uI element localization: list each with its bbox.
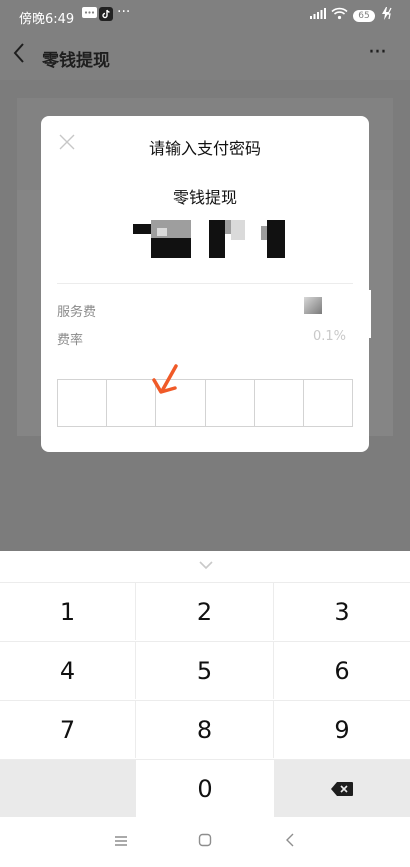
service-fee-label: 服务费 [57,305,97,320]
pin-cell [304,380,352,426]
service-fee-value-redacted [304,297,322,314]
system-navigation-bar [0,817,410,867]
system-back-button[interactable] [285,831,295,852]
key-9[interactable]: 9 [274,700,410,758]
dialog-title: 请输入支付密码 [148,139,261,158]
annotation-arrow-icon [152,364,178,394]
key-3[interactable]: 3 [274,582,410,640]
key-6[interactable]: 6 [274,641,410,699]
app-header: 零钱提现 ··· [0,34,410,80]
menu-icon [115,836,127,846]
key-7[interactable]: 7 [0,700,136,758]
backspace-key[interactable] [274,759,410,817]
amount-redacted [133,220,293,260]
pin-cell [107,380,157,426]
chevron-down-icon [199,561,213,570]
battery-indicator: 65 [353,10,375,22]
password-input[interactable] [57,379,353,427]
chevron-left-icon [13,43,24,63]
key-2[interactable]: 2 [136,582,274,640]
key-4[interactable]: 4 [0,641,136,699]
dialog-divider [57,283,353,284]
pin-cell [206,380,255,426]
charging-icon [381,7,393,23]
signal-icon [310,7,326,22]
more-notifications-icon: ··· [117,4,131,20]
home-button[interactable] [198,831,212,852]
rate-value: 0.1% [313,329,347,344]
numeric-keypad: 1 2 3 4 5 6 7 8 9 0 [0,551,410,817]
payment-password-dialog: 请输入支付密码 零钱提现 服务费 费率 0.1% [41,116,369,452]
back-button[interactable] [12,41,26,71]
status-time: 傍晚6:49 [19,12,75,27]
backspace-icon [331,781,353,796]
tiktok-icon [99,7,113,24]
pin-cell [58,380,108,426]
status-bar: 傍晚6:49 ··· 65 [0,0,410,34]
background-edge [361,290,371,338]
page-title: 零钱提现 [42,51,110,71]
menu-button[interactable] [114,831,128,852]
dialog-subtitle: 零钱提现 [172,188,237,207]
more-options-button[interactable]: ··· [368,40,387,65]
key-8[interactable]: 8 [136,700,274,758]
key-5[interactable]: 5 [136,641,274,699]
home-icon [198,833,212,847]
chevron-left-icon [286,833,294,847]
key-0[interactable]: 0 [136,759,274,817]
key-1[interactable]: 1 [0,582,136,640]
wifi-icon [331,7,348,23]
message-icon [82,7,97,23]
key-empty [0,759,136,817]
pin-cell [255,380,304,426]
collapse-keyboard-button[interactable] [197,557,215,571]
rate-label: 费率 [57,333,84,348]
